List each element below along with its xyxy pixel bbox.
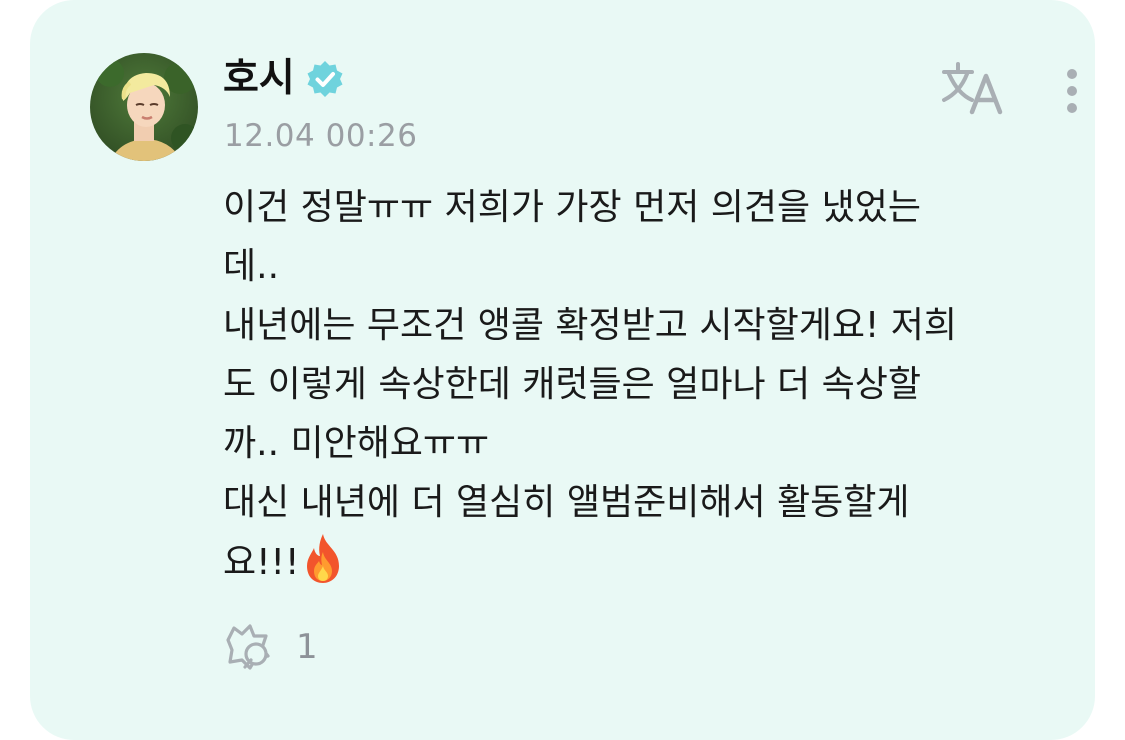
body-line: 대신 내년에 더 열심히 앨범준비해서 활동할게 bbox=[223, 482, 910, 523]
avatar-image bbox=[90, 53, 198, 161]
author-row: 호시 bbox=[223, 54, 345, 104]
body-line: 이건 정말ㅠㅠ 저희가 가장 먼저 의견을 냈었는 bbox=[223, 187, 921, 228]
more-vertical-icon[interactable] bbox=[1052, 62, 1092, 122]
body-line-last: 요!!! bbox=[223, 532, 1063, 591]
author-name[interactable]: 호시 bbox=[223, 54, 295, 104]
body-line: 내년에는 무조건 앵콜 확정받고 시작할게요! 저희 bbox=[223, 305, 958, 346]
translate-icon[interactable] bbox=[938, 60, 1008, 116]
reaction-count: 1 bbox=[296, 627, 318, 667]
fire-emoji bbox=[307, 534, 340, 583]
verified-badge-icon bbox=[307, 61, 343, 97]
body-line: 도 이렇게 속상한데 캐럿들은 얼마나 더 속상할 bbox=[223, 364, 921, 405]
post-timestamp: 12.04 00:26 bbox=[224, 118, 418, 154]
post-card: 호시 12.04 00:26 이건 정말ㅠㅠ 저희가 가장 먼저 의견을 냈었는… bbox=[30, 0, 1095, 740]
body-line: 데.. bbox=[223, 246, 280, 287]
post-body: 이건 정말ㅠㅠ 저희가 가장 먼저 의견을 냈었는 데.. 내년에는 무조건 앵… bbox=[223, 178, 1063, 591]
body-line: 까.. 미안해요ㅠㅠ bbox=[223, 423, 490, 464]
avatar[interactable] bbox=[90, 53, 198, 161]
body-line: 요!!! bbox=[223, 542, 300, 583]
add-reaction-icon[interactable] bbox=[220, 620, 276, 676]
